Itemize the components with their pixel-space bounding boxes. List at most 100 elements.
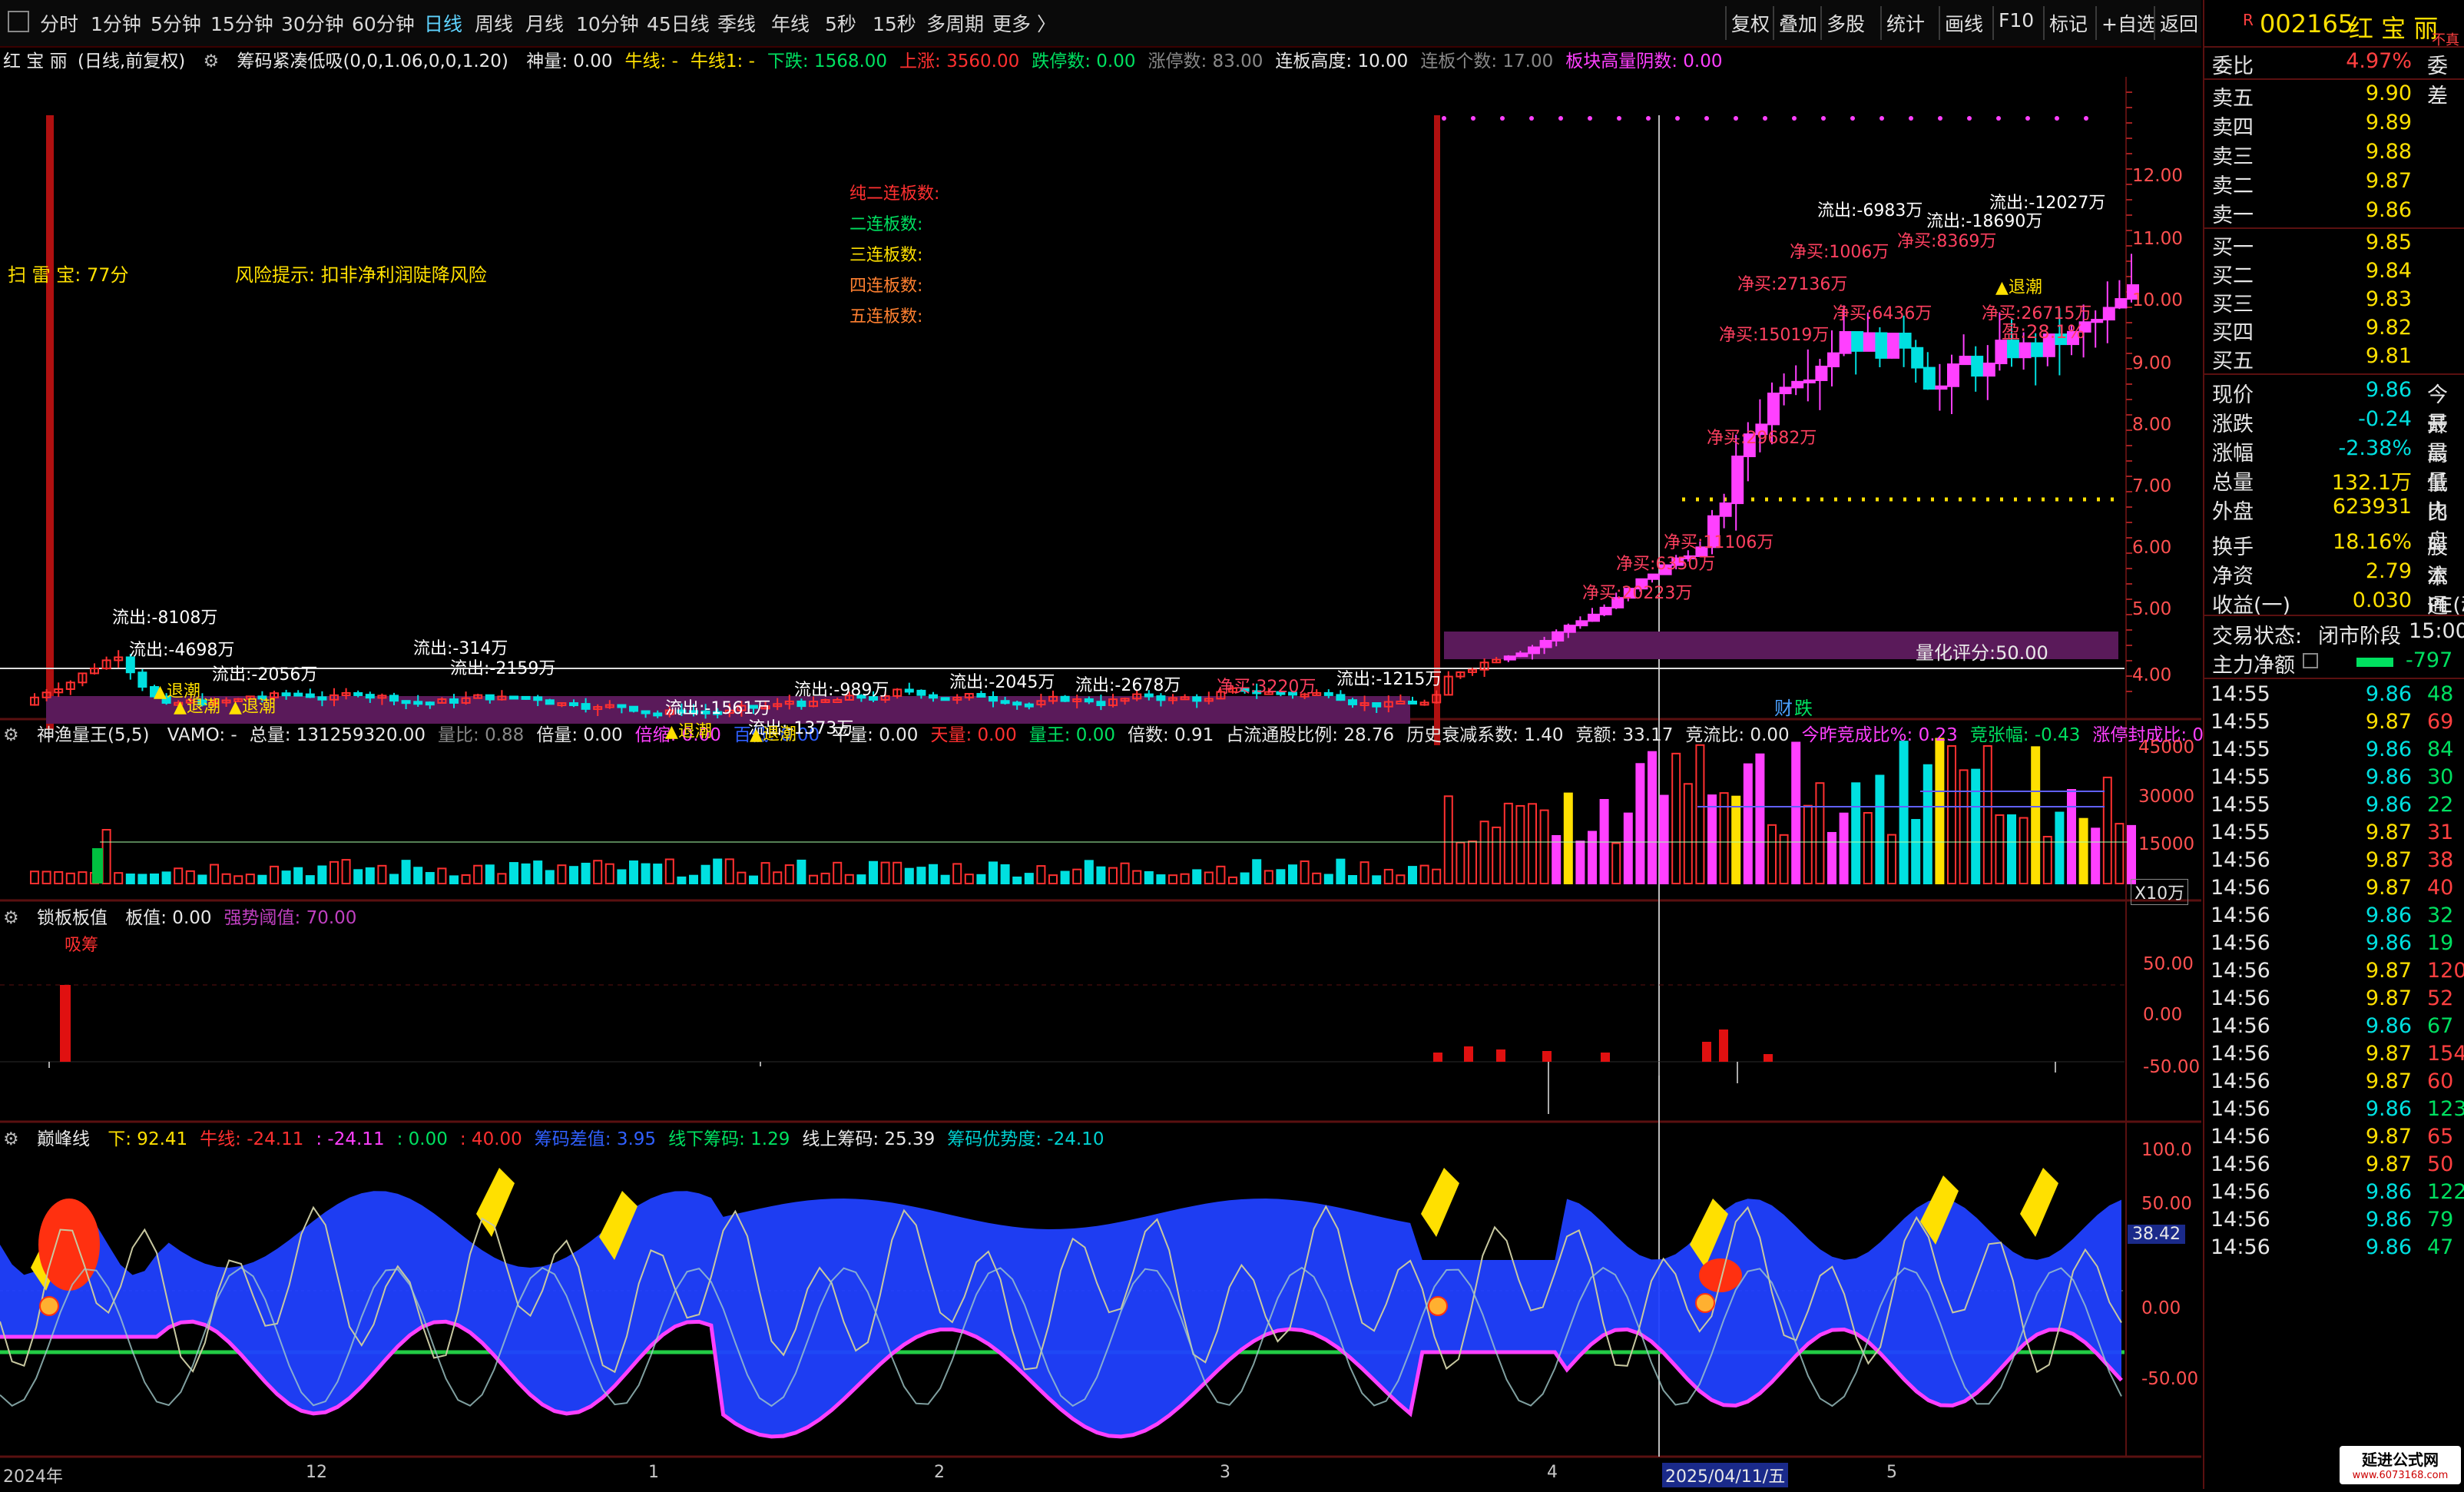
period-tab-11[interactable]: 季线 — [717, 9, 756, 37]
stat-row: 外盘 623931 内盘 — [2204, 495, 2464, 554]
indicator-gear-icon[interactable]: ⚙ — [204, 51, 220, 71]
volume-bar — [1156, 874, 1166, 885]
volume-bar — [1731, 795, 1741, 884]
volume-bar — [700, 864, 710, 884]
sell-price: 9.87 — [2365, 169, 2412, 193]
period-tab-6[interactable]: 日线 — [424, 9, 462, 37]
candle-body — [317, 696, 327, 701]
period-tab-13[interactable]: 5秒 — [825, 9, 856, 37]
sell-price: 9.88 — [2365, 140, 2412, 164]
main-net-menu-icon[interactable] — [2303, 653, 2318, 668]
tick-row: 14:56 9.87 60 — [2204, 1069, 2464, 1097]
volume-bar — [737, 871, 747, 885]
toolbar-button-6[interactable]: 标记 — [2049, 9, 2088, 37]
tick-volume: 48 — [2427, 682, 2454, 706]
price-annotation: 流出:-12027万 — [1989, 194, 2106, 213]
toolbar-menu-icon[interactable] — [8, 11, 29, 32]
volume-bar — [1528, 803, 1537, 884]
volume-bar — [1995, 814, 2005, 884]
candle-body — [1791, 380, 1804, 389]
tick-time: 14:56 — [2211, 1235, 2270, 1259]
buy-row[interactable]: 买五 9.81 — [2204, 344, 2464, 373]
toolbar-separator — [1725, 6, 1727, 40]
tick-time: 14:56 — [2211, 959, 2270, 983]
period-tab-3[interactable]: 15分钟 — [210, 9, 273, 37]
sell-level-label: 卖五 — [2212, 87, 2254, 111]
candle-body — [1000, 700, 1010, 705]
toolbar-button-5[interactable]: F10 — [1999, 9, 2034, 31]
period-tab-7[interactable]: 周线 — [475, 9, 513, 37]
header-value: 量比: 0.88 — [438, 725, 525, 745]
volume-bar — [30, 870, 39, 884]
period-tab-15[interactable]: 多周期 — [926, 9, 984, 37]
volume-bar — [1515, 804, 1525, 884]
period-tab-12[interactable]: 年线 — [771, 9, 810, 37]
sell-row[interactable]: 卖一 9.86 — [2204, 198, 2464, 227]
buy-row[interactable]: 买二 9.84 — [2204, 259, 2464, 288]
candle-body — [569, 702, 578, 707]
candle-body — [365, 694, 375, 699]
toolbar-button-2[interactable]: 多股 — [1826, 9, 1865, 37]
buy-row[interactable]: 买一 9.85 — [2204, 230, 2464, 260]
peak-gear-icon[interactable]: ⚙ — [3, 1129, 19, 1149]
stat-row: 涨幅 -2.38% 最低 — [2204, 436, 2464, 496]
tick-row: 14:56 9.87 65 — [2204, 1125, 2464, 1152]
volume-bar — [1036, 865, 1046, 885]
main-chart-header: 红 宝 丽 (日线,前复权) ⚙ 筹码紧凑低吸(0,0,1.06,0,0,1.2… — [3, 46, 1747, 72]
date-axis-label: 3 — [1220, 1463, 1230, 1482]
stock-name-title[interactable]: 红 宝 丽 — [2349, 9, 2438, 45]
sell-row[interactable]: 卖四 9.89 — [2204, 111, 2464, 140]
peak-title[interactable]: 巅峰线 — [37, 1129, 90, 1149]
tick-price: 9.87 — [2365, 1152, 2412, 1176]
period-tab-2[interactable]: 5分钟 — [151, 9, 201, 37]
volume-bar — [1240, 872, 1250, 885]
volume-bar — [101, 829, 111, 884]
stat-value: 18.16% — [2333, 530, 2412, 554]
sell-row[interactable]: 卖五 9.90 — [2204, 81, 2464, 111]
buy-row[interactable]: 买四 9.82 — [2204, 316, 2464, 345]
tick-volume: 31 — [2427, 821, 2454, 844]
sell-row[interactable]: 卖三 9.88 — [2204, 140, 2464, 169]
period-tab-14[interactable]: 15秒 — [873, 9, 916, 37]
volume-bar — [353, 869, 363, 884]
toolbar-button-1[interactable]: 叠加 — [1779, 9, 1817, 37]
period-tab-9[interactable]: 10分钟 — [576, 9, 639, 37]
lock-gear-icon[interactable]: ⚙ — [3, 908, 19, 928]
candle-body — [1408, 700, 1417, 705]
volume-bar — [1982, 744, 1992, 884]
toolbar-button-8[interactable]: 返回 — [2160, 9, 2198, 37]
toolbar-button-3[interactable]: 统计 — [1886, 9, 1925, 37]
volume-bar — [1839, 812, 1849, 884]
period-tab-5[interactable]: 60分钟 — [352, 9, 415, 37]
candle-body — [1982, 363, 1995, 377]
lock-title[interactable]: 锁板板值 — [37, 908, 108, 928]
lock-bar — [60, 985, 71, 1062]
volume-gear-icon[interactable]: ⚙ — [3, 725, 19, 745]
toolbar-button-0[interactable]: 复权 — [1731, 9, 1770, 37]
marker-dot — [1821, 116, 1826, 121]
tick-time: 14:56 — [2211, 1125, 2270, 1149]
toolbar-button-4[interactable]: 画线 — [1945, 9, 1983, 37]
period-tab-0[interactable]: 分时 — [40, 9, 78, 37]
stock-code[interactable]: 002165 — [2260, 9, 2353, 38]
toolbar-button-7[interactable]: +自选 — [2101, 9, 2156, 37]
axis-tick-label: 12.00 — [2132, 166, 2183, 186]
toolbar-separator — [2095, 6, 2097, 40]
volume-title[interactable]: 神渔量王(5,5) — [37, 725, 150, 745]
candle-body — [796, 700, 806, 708]
period-tab-16[interactable]: 更多 〉 — [992, 9, 1056, 37]
header-value: 涨停数: 83.00 — [1148, 51, 1263, 71]
stat-label: 涨幅 — [2212, 442, 2254, 466]
period-tab-4[interactable]: 30分钟 — [281, 9, 344, 37]
chart-area[interactable]: 红 宝 丽 (日线,前复权) ⚙ 筹码紧凑低吸(0,0,1.06,0,0,1.2… — [0, 46, 2232, 1489]
sell-row[interactable]: 卖二 9.87 — [2204, 169, 2464, 198]
period-tab-8[interactable]: 月线 — [525, 9, 564, 37]
indicator-name[interactable]: 筹码紧凑低吸(0,0,1.06,0,0,1.20) — [237, 51, 508, 71]
tick-row: 14:56 9.87 40 — [2204, 876, 2464, 903]
buy-row[interactable]: 买三 9.83 — [2204, 287, 2464, 317]
period-tab-10[interactable]: 45日线 — [647, 9, 710, 37]
sell-price: 9.89 — [2365, 111, 2412, 134]
volume-bar — [1192, 869, 1202, 884]
tick-time: 14:56 — [2211, 848, 2270, 872]
period-tab-1[interactable]: 1分钟 — [91, 9, 141, 37]
